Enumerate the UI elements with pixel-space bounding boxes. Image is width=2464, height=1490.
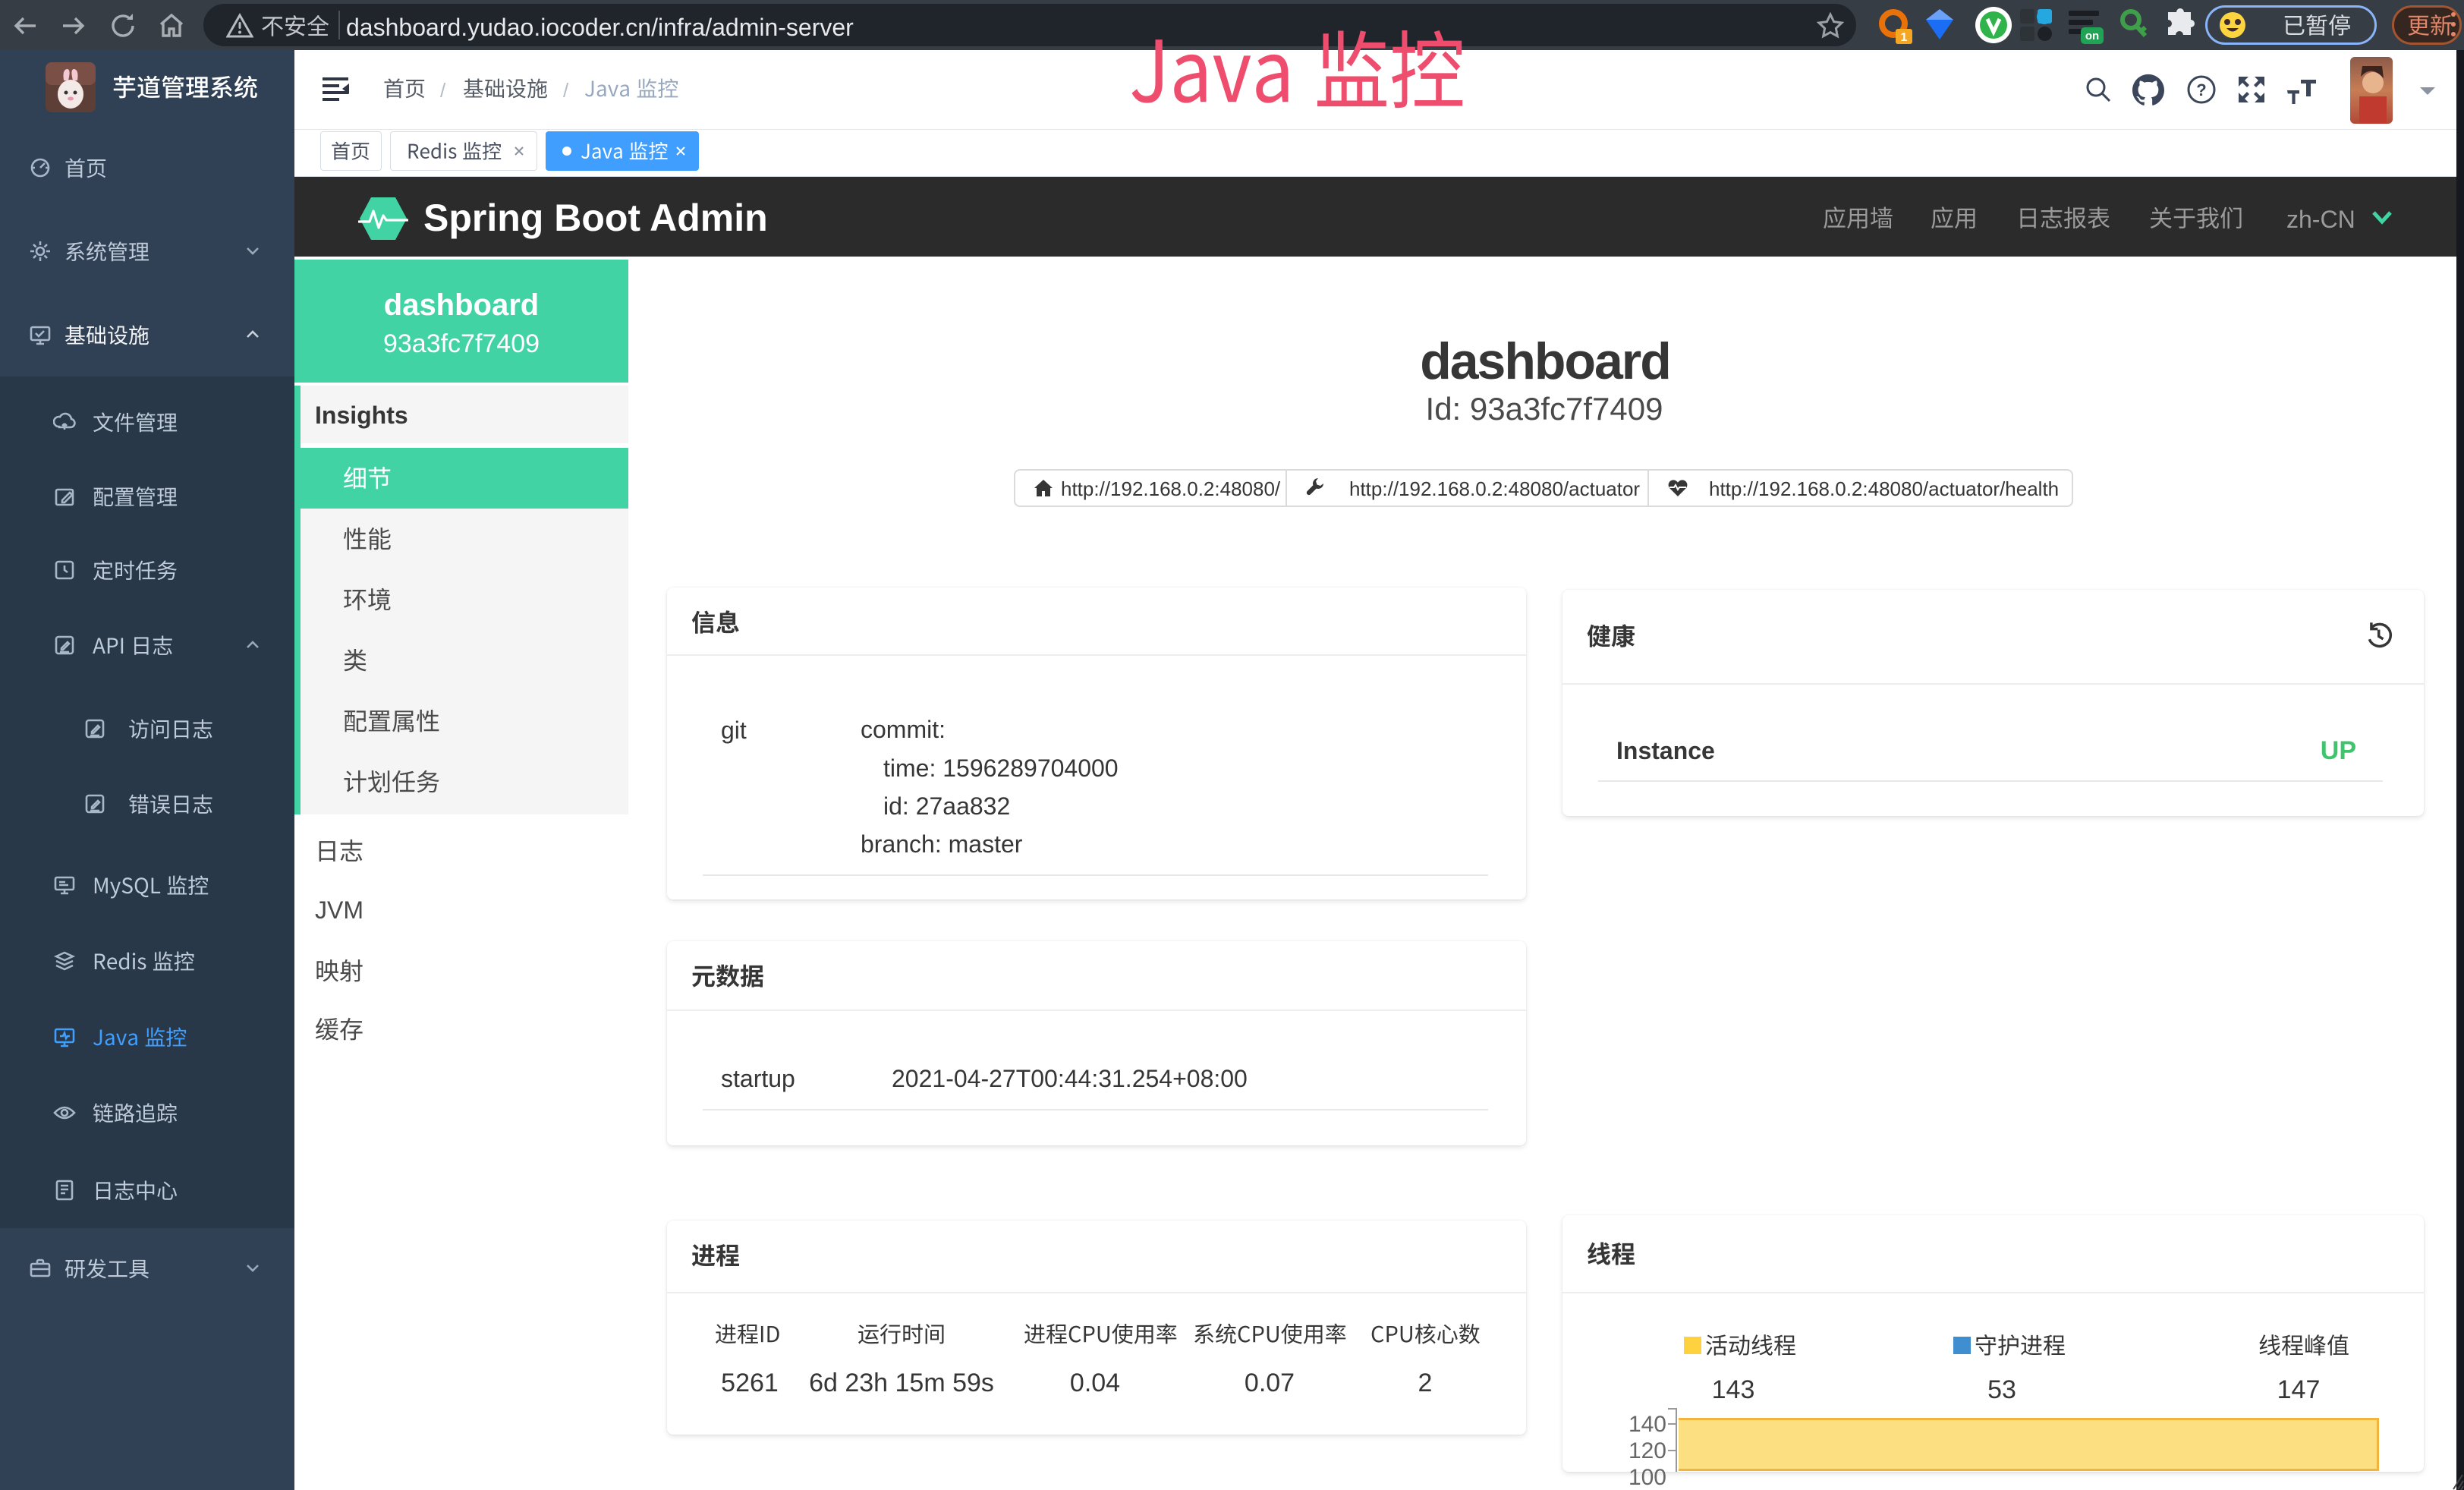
svg-text:on: on	[2085, 30, 2099, 43]
svg-text:1: 1	[1901, 31, 1908, 44]
svg-text:?: ?	[2196, 80, 2206, 99]
